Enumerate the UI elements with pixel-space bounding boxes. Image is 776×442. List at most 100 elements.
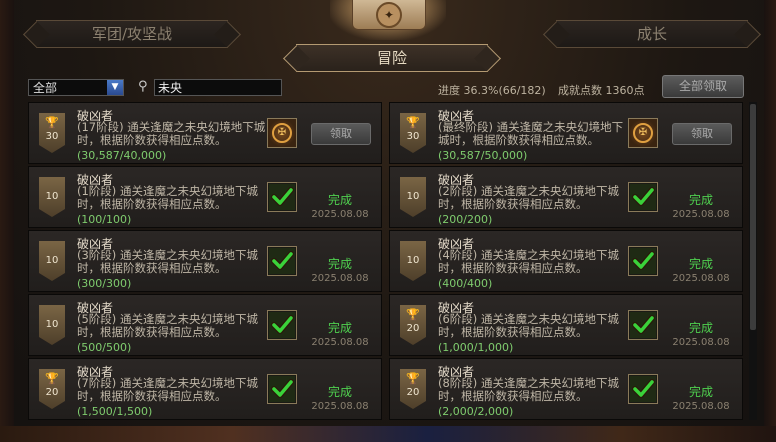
- compass-icon: ✦: [376, 2, 402, 28]
- claim-button[interactable]: 领取: [672, 123, 732, 145]
- card-progress: (30,587/50,000): [438, 149, 528, 162]
- done-label: 完成: [327, 321, 352, 335]
- card-description: (17阶段) 通关逢魔之未央幻境地下城时，根据阶数获得相应点数。: [77, 120, 266, 147]
- card-description: (最终阶段) 通关逢魔之未央幻境地下城时，根据阶数获得相应点数。: [438, 120, 624, 147]
- trophy-icon: 🏆: [406, 372, 420, 385]
- badge-points: 10: [45, 191, 59, 202]
- badge-points: 20: [406, 323, 420, 334]
- achievement-card: 10 破凶者 (2阶段) 通关逢魔之未央幻境地下城时，根据阶数获得相应点数。 (200…: [389, 166, 743, 228]
- card-progress: (300/300): [77, 277, 132, 290]
- achievement-card: 🏆 20 破凶者 (8阶段) 通关逢魔之未央幻境地下城时，根据阶数获得相应点数。 (2,…: [389, 358, 743, 420]
- points-badge: 🏆 20: [400, 369, 426, 409]
- badge-points: 20: [45, 387, 59, 398]
- tab-legion[interactable]: 军团/攻坚战: [36, 20, 228, 48]
- tab-adventure[interactable]: 冒险: [296, 44, 488, 72]
- card-description: (3阶段) 通关逢魔之未央幻境地下城时，根据阶数获得相应点数。: [77, 248, 258, 275]
- right-frame: [764, 0, 776, 442]
- card-description: (5阶段) 通关逢魔之未央幻境地下城时，根据阶数获得相应点数。: [77, 312, 258, 339]
- chevron-down-icon[interactable]: ▼: [107, 80, 123, 95]
- card-progress: (1,000/1,000): [438, 341, 514, 354]
- category-select[interactable]: 全部 ▼: [28, 79, 124, 96]
- badge-points: 20: [406, 387, 420, 398]
- claim-all-button[interactable]: 全部领取: [662, 75, 744, 98]
- card-description: (1阶段) 通关逢魔之未央幻境地下城时，根据阶数获得相应点数。: [77, 184, 258, 211]
- card-progress: (30,587/40,000): [77, 149, 167, 162]
- trophy-icon: 🏆: [45, 372, 59, 385]
- done-label: 完成: [688, 193, 713, 207]
- points-badge: 🏆 20: [400, 305, 426, 345]
- completion-date: 2025.08.08: [672, 337, 730, 348]
- check-icon: [267, 374, 297, 404]
- card-description: (4阶段) 通关逢魔之未央幻境地下城时，根据阶数获得相应点数。: [438, 248, 619, 275]
- card-progress: (400/400): [438, 277, 493, 290]
- search-icon: ⚲: [138, 79, 148, 94]
- card-description: (2阶段) 通关逢魔之未央幻境地下城时，根据阶数获得相应点数。: [438, 184, 619, 211]
- card-progress: (1,500/1,500): [77, 405, 153, 418]
- claim-button[interactable]: 领取: [311, 123, 371, 145]
- filter-bar: 全部 ▼ ⚲ 未央 进度 36.3%(66/182) 成就点数 1360点 全部…: [28, 75, 748, 100]
- achievement-card: 🏆 30 破凶者 (17阶段) 通关逢魔之未央幻境地下城时，根据阶数获得相应点数。 (3…: [28, 102, 382, 164]
- card-description: (6阶段) 通关逢魔之未央幻境地下城时，根据阶数获得相应点数。: [438, 312, 619, 339]
- taskbar-strip: [0, 426, 776, 442]
- check-icon: [628, 246, 658, 276]
- done-label: 完成: [688, 385, 713, 399]
- completion-date: 2025.08.08: [311, 273, 369, 284]
- trophy-icon: 🏆: [45, 116, 59, 129]
- card-description: (8阶段) 通关逢魔之未央幻境地下城时，根据阶数获得相应点数。: [438, 376, 619, 403]
- points-badge: 🏆 30: [400, 113, 426, 153]
- points-badge: 10: [400, 177, 426, 217]
- points-text: 成就点数 1360点: [558, 84, 645, 97]
- check-icon: [628, 182, 658, 212]
- check-icon: [628, 310, 658, 340]
- dungeon-emblem-icon: ✠: [267, 118, 297, 148]
- done-label: 完成: [327, 193, 352, 207]
- badge-points: 30: [406, 131, 420, 142]
- left-frame: [0, 0, 14, 442]
- completion-date: 2025.08.08: [311, 209, 369, 220]
- check-icon: [267, 182, 297, 212]
- completion-date: 2025.08.08: [311, 337, 369, 348]
- card-progress: (2,000/2,000): [438, 405, 514, 418]
- search-input[interactable]: 未央: [154, 79, 282, 96]
- completion-date: 2025.08.08: [672, 273, 730, 284]
- trophy-icon: 🏆: [406, 116, 420, 129]
- achievement-card: 10 破凶者 (1阶段) 通关逢魔之未央幻境地下城时，根据阶数获得相应点数。 (100…: [28, 166, 382, 228]
- card-progress: (100/100): [77, 213, 132, 226]
- achievement-list: 🏆 30 破凶者 (17阶段) 通关逢魔之未央幻境地下城时，根据阶数获得相应点数。 (3…: [28, 102, 748, 420]
- check-icon: [267, 310, 297, 340]
- card-progress: (500/500): [77, 341, 132, 354]
- card-progress: (200/200): [438, 213, 493, 226]
- done-label: 完成: [688, 257, 713, 271]
- done-label: 完成: [688, 321, 713, 335]
- done-label: 完成: [327, 257, 352, 271]
- check-icon: [267, 246, 297, 276]
- points-badge: 10: [400, 241, 426, 281]
- scroll-emblem: ✦: [330, 0, 446, 40]
- tab-growth[interactable]: 成长: [556, 20, 748, 48]
- achievement-card: 10 破凶者 (5阶段) 通关逢魔之未央幻境地下城时，根据阶数获得相应点数。 (500…: [28, 294, 382, 356]
- points-badge: 🏆 20: [39, 369, 65, 409]
- achievement-card: 🏆 20 破凶者 (7阶段) 通关逢魔之未央幻境地下城时，根据阶数获得相应点数。 (1,…: [28, 358, 382, 420]
- achievement-card: 10 破凶者 (3阶段) 通关逢魔之未央幻境地下城时，根据阶数获得相应点数。 (300…: [28, 230, 382, 292]
- points-badge: 10: [39, 177, 65, 217]
- badge-points: 10: [406, 255, 420, 266]
- card-description: (7阶段) 通关逢魔之未央幻境地下城时，根据阶数获得相应点数。: [77, 376, 258, 403]
- achievement-card: 🏆 30 破凶者 (最终阶段) 通关逢魔之未央幻境地下城时，根据阶数获得相应点数。 (3…: [389, 102, 743, 164]
- achievement-card: 🏆 20 破凶者 (6阶段) 通关逢魔之未央幻境地下城时，根据阶数获得相应点数。 (1,…: [389, 294, 743, 356]
- completion-date: 2025.08.08: [311, 401, 369, 412]
- list-scrollbar[interactable]: [749, 102, 757, 420]
- trophy-icon: 🏆: [406, 308, 420, 321]
- completion-date: 2025.08.08: [672, 209, 730, 220]
- badge-points: 10: [45, 319, 59, 330]
- points-badge: 🏆 30: [39, 113, 65, 153]
- scrollbar-thumb[interactable]: [750, 104, 756, 330]
- achievement-card: 10 破凶者 (4阶段) 通关逢魔之未央幻境地下城时，根据阶数获得相应点数。 (400…: [389, 230, 743, 292]
- badge-points: 10: [406, 191, 420, 202]
- check-icon: [628, 374, 658, 404]
- completion-date: 2025.08.08: [672, 401, 730, 412]
- points-badge: 10: [39, 305, 65, 345]
- badge-points: 30: [45, 131, 59, 142]
- points-badge: 10: [39, 241, 65, 281]
- done-label: 完成: [327, 385, 352, 399]
- category-select-value: 全部: [33, 81, 58, 95]
